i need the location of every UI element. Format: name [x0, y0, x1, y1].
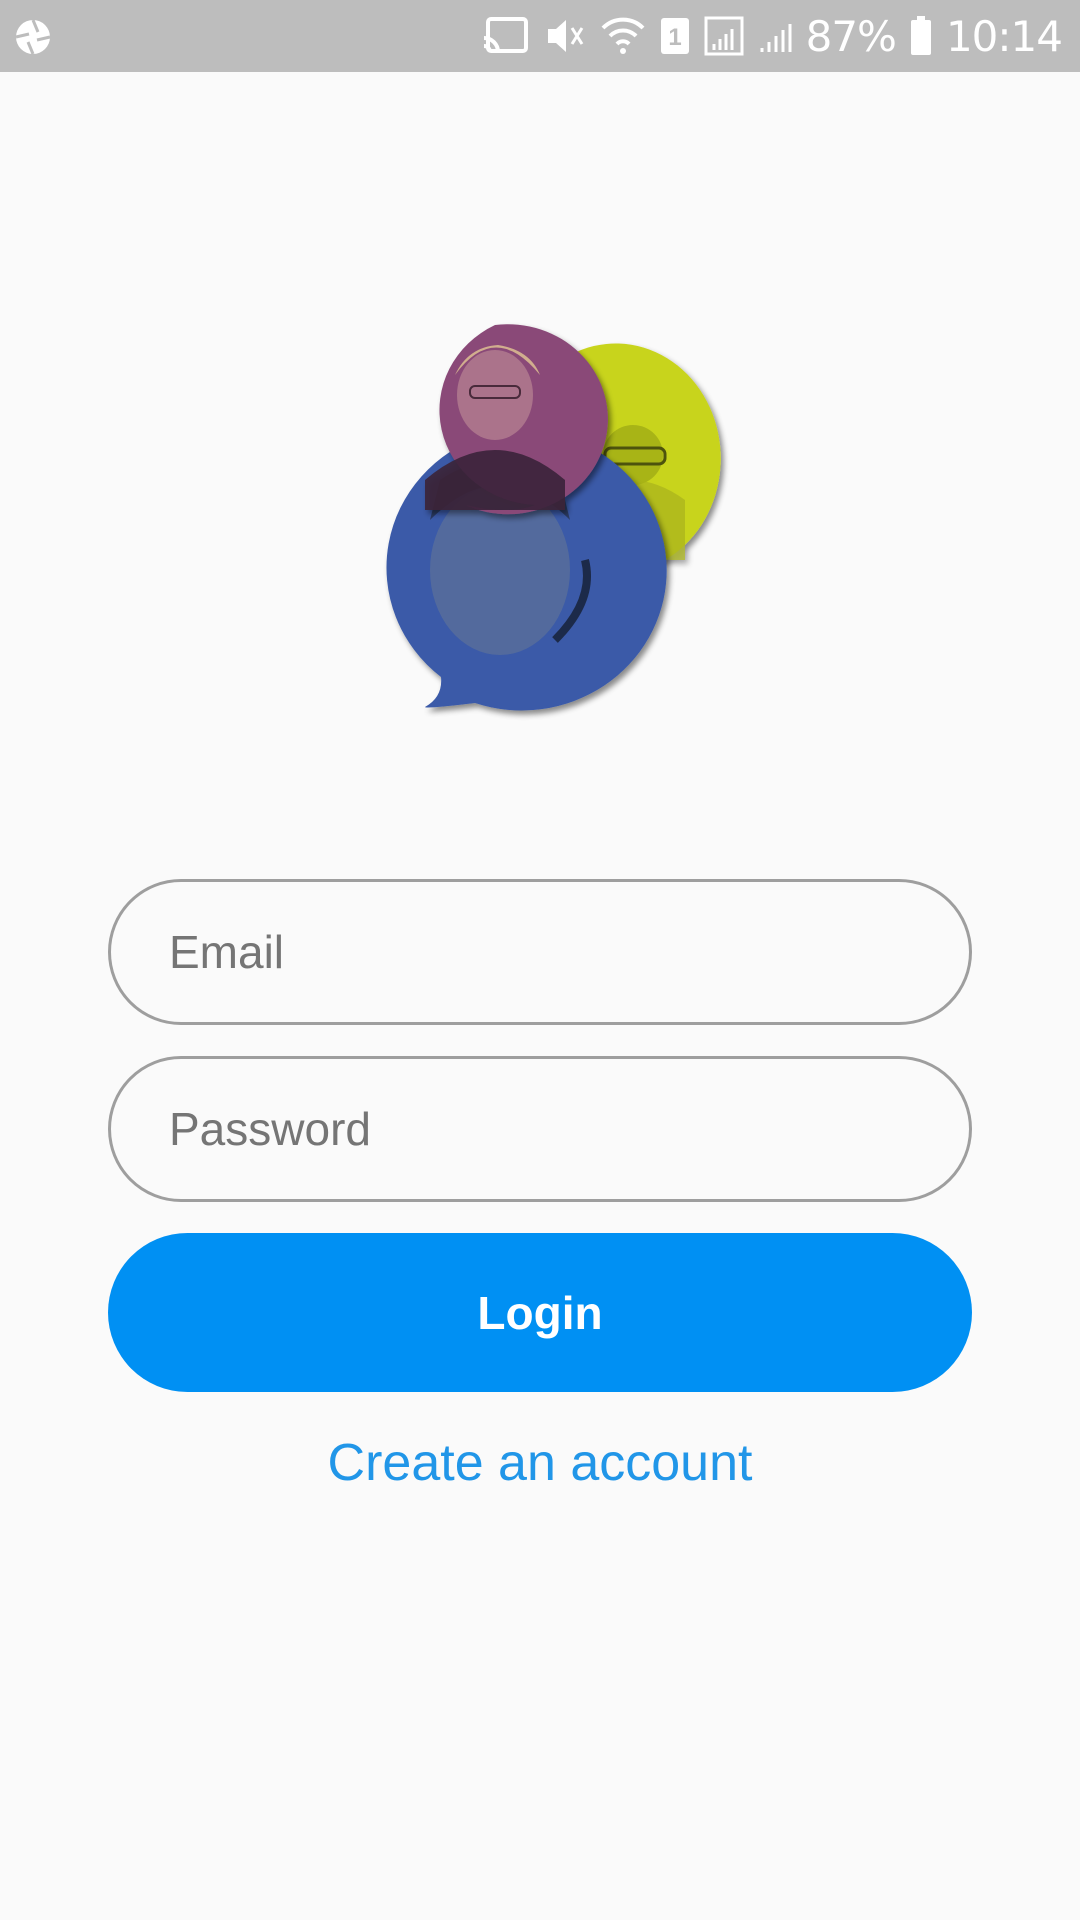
battery-icon: [910, 16, 932, 56]
sim-slot-label: 1: [668, 24, 681, 51]
wifi-icon: [600, 16, 646, 56]
password-input[interactable]: [169, 1102, 969, 1156]
battery-percent: 87%: [805, 11, 897, 61]
cast-icon: [482, 16, 530, 56]
chat-bubbles-logo: [386, 324, 721, 711]
login-button[interactable]: Login: [108, 1233, 972, 1392]
mute-icon: [544, 16, 586, 56]
aperture-icon: [14, 18, 52, 56]
status-bar: 1 87% 10:14: [0, 0, 1080, 72]
clock: 10:14: [945, 11, 1063, 61]
signal-icon: [758, 16, 792, 56]
status-icons: 1 87% 10:14: [482, 0, 1063, 72]
email-field[interactable]: [108, 879, 972, 1025]
sim-icon: 1: [660, 17, 690, 55]
signal-icon: [704, 16, 744, 56]
create-account-link[interactable]: Create an account: [0, 1433, 1080, 1493]
email-input[interactable]: [169, 925, 969, 979]
app-logo: [330, 310, 770, 730]
password-field[interactable]: [108, 1056, 972, 1202]
